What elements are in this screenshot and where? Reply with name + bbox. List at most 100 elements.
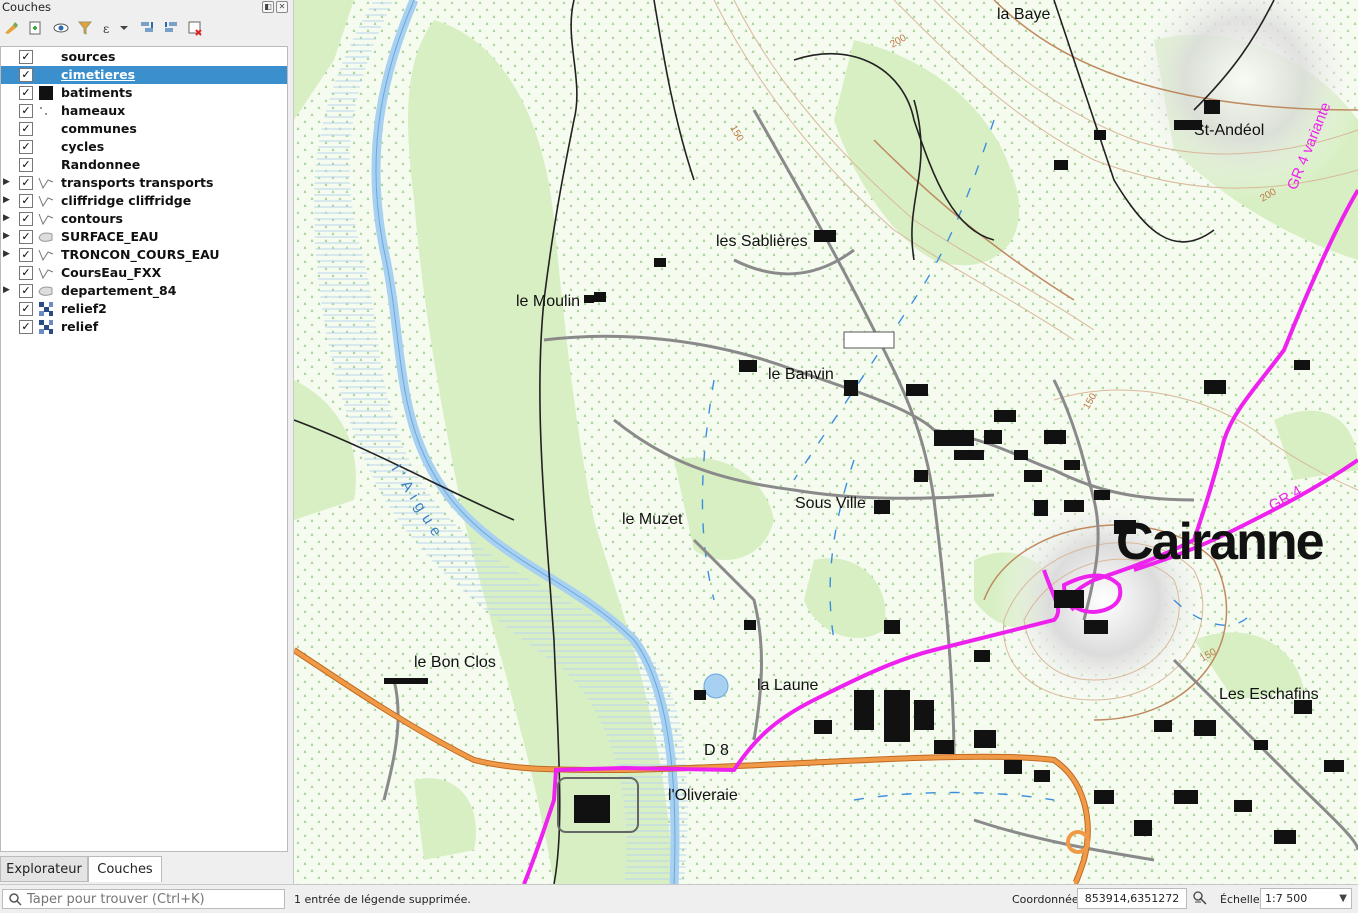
- expand-arrow-icon[interactable]: ▶: [3, 285, 11, 295]
- layer-visibility-checkbox[interactable]: ✓: [19, 266, 33, 280]
- layer-visibility-checkbox[interactable]: ✓: [19, 104, 33, 118]
- layer-name: SURFACE_EAU: [61, 229, 159, 244]
- place-sous-ville: Sous Ville: [795, 495, 866, 512]
- style-icon[interactable]: [2, 20, 20, 38]
- coordinate-field[interactable]: 853914,6351272: [1077, 888, 1187, 909]
- layer-visibility-checkbox[interactable]: ✓: [19, 158, 33, 172]
- layer-row[interactable]: ▶ ✓ cliffridge cliffridge: [1, 192, 287, 210]
- place-le-bon-clos: le Bon Clos: [414, 654, 496, 671]
- layer-visibility-checkbox[interactable]: ✓: [19, 176, 33, 190]
- layer-visibility-checkbox[interactable]: ✓: [19, 230, 33, 244]
- layer-visibility-checkbox[interactable]: ✓: [19, 212, 33, 226]
- line-symbol-icon: [38, 212, 54, 226]
- polygon-symbol-icon: [38, 230, 54, 244]
- close-panel-icon[interactable]: ✕: [276, 1, 288, 13]
- layer-name: batiments: [61, 85, 133, 100]
- layer-row[interactable]: ✓ Randonnee: [1, 156, 287, 174]
- search-icon: [9, 893, 22, 906]
- search-input[interactable]: [27, 891, 277, 907]
- layer-visibility-checkbox[interactable]: ✓: [19, 86, 33, 100]
- layer-row[interactable]: ▶ ✓ TRONCON_COURS_EAU: [1, 246, 287, 264]
- place-oliveraie: l'Oliveraie: [668, 787, 738, 804]
- scale-combobox[interactable]: 1:7 500 ▼: [1260, 888, 1352, 909]
- layer-row[interactable]: ✓ CoursEau_FXX: [1, 264, 287, 282]
- layer-row[interactable]: ✓ cimetieres: [1, 66, 287, 84]
- place-cairanne: Cairanne: [1116, 513, 1325, 571]
- collapse-all-icon[interactable]: [162, 20, 180, 38]
- layer-visibility-checkbox[interactable]: ✓: [19, 50, 33, 64]
- layer-visibility-checkbox[interactable]: ✓: [19, 302, 33, 316]
- layer-name: contours: [61, 211, 123, 226]
- layer-name: TRONCON_COURS_EAU: [61, 247, 220, 262]
- expand-arrow-icon[interactable]: ▶: [3, 213, 11, 223]
- tab-explorateur[interactable]: Explorateur: [0, 856, 88, 882]
- line-symbol-icon: [38, 176, 54, 190]
- line-symbol-icon: [38, 194, 54, 208]
- float-panel-icon[interactable]: ◧: [262, 1, 274, 13]
- layer-row[interactable]: ▶ ✓ contours: [1, 210, 287, 228]
- expand-arrow-icon[interactable]: ▶: [3, 177, 11, 187]
- layer-name: CoursEau_FXX: [61, 265, 162, 280]
- line-symbol-icon: [38, 266, 54, 280]
- road-label-d8: D 8: [704, 742, 729, 759]
- polygon-symbol-icon: [38, 284, 54, 298]
- no-symbol-icon: [38, 140, 54, 154]
- layer-visibility-checkbox[interactable]: ✓: [19, 284, 33, 298]
- layer-visibility-checkbox[interactable]: ✓: [19, 194, 33, 208]
- layer-row[interactable]: ✓ batiments: [1, 84, 287, 102]
- raster-symbol-icon: [38, 302, 54, 316]
- layer-tree: ✓ sources ✓ cimetieres ✓ batiments ✓ hameaux ✓ co…: [0, 46, 288, 852]
- layer-name: hameaux: [61, 103, 126, 118]
- layer-visibility-checkbox[interactable]: ✓: [19, 140, 33, 154]
- scale-label: Échelle: [1220, 893, 1260, 906]
- chevron-down-icon[interactable]: ▼: [1339, 889, 1347, 908]
- expand-arrow-icon[interactable]: ▶: [3, 231, 11, 241]
- visibility-icon[interactable]: [52, 20, 70, 38]
- expression-filter-icon[interactable]: ε: [102, 20, 130, 38]
- filter-icon[interactable]: [76, 20, 94, 38]
- no-symbol-icon: [38, 50, 54, 64]
- place-le-banvin: le Banvin: [768, 366, 834, 383]
- layer-name: cliffridge cliffridge: [61, 193, 192, 208]
- place-le-muzet: le Muzet: [622, 511, 683, 528]
- remove-layer-icon[interactable]: [186, 20, 204, 38]
- layer-row[interactable]: ▶ ✓ SURFACE_EAU: [1, 228, 287, 246]
- layer-visibility-checkbox[interactable]: ✓: [19, 122, 33, 136]
- no-symbol-icon: [38, 122, 54, 136]
- layer-visibility-checkbox[interactable]: ✓: [19, 68, 33, 82]
- layers-panel: Couches ◧ ✕ ε ✓ sources ✓ cimetieres ✓ b…: [0, 0, 294, 884]
- tab-couches[interactable]: Couches: [88, 856, 162, 882]
- polygon-symbol-icon: [38, 86, 54, 100]
- layer-row[interactable]: ✓ hameaux: [1, 102, 287, 120]
- status-bar: 1 entrée de légende supprimée. Coordonné…: [0, 884, 1358, 913]
- place-les-sablieres: les Sablières: [716, 233, 808, 250]
- layer-row[interactable]: ✓ sources: [1, 48, 287, 66]
- locator-search[interactable]: [2, 889, 285, 909]
- expand-arrow-icon[interactable]: ▶: [3, 195, 11, 205]
- toggle-extents-icon[interactable]: [1192, 890, 1208, 906]
- layer-name: sources: [61, 49, 116, 64]
- layer-row[interactable]: ✓ cycles: [1, 138, 287, 156]
- layer-row[interactable]: ▶ ✓ departement_84: [1, 282, 287, 300]
- raster-symbol-icon: [38, 320, 54, 334]
- layer-visibility-checkbox[interactable]: ✓: [19, 320, 33, 334]
- place-st-andeol: St-Andéol: [1194, 122, 1265, 139]
- expand-all-icon[interactable]: [138, 20, 156, 38]
- layer-name: relief: [61, 319, 99, 334]
- layer-row[interactable]: ✓ relief2: [1, 300, 287, 318]
- layer-row[interactable]: ▶ ✓ transports transports: [1, 174, 287, 192]
- layer-name: relief2: [61, 301, 107, 316]
- layer-row[interactable]: ✓ relief: [1, 318, 287, 336]
- scale-value: 1:7 500: [1265, 892, 1308, 905]
- no-symbol-icon: [38, 158, 54, 172]
- coordinate-label: Coordonnée: [1012, 893, 1079, 906]
- add-group-icon[interactable]: [26, 20, 44, 38]
- layer-row[interactable]: ✓ communes: [1, 120, 287, 138]
- panel-title: Couches: [2, 0, 52, 14]
- layer-name: transports transports: [61, 175, 214, 190]
- layer-visibility-checkbox[interactable]: ✓: [19, 248, 33, 262]
- layer-name: cycles: [61, 139, 105, 154]
- map-canvas[interactable]: la Baye St-Andéol les Sablières le Mouli…: [294, 0, 1358, 884]
- place-le-moulin: le Moulin: [516, 293, 581, 310]
- expand-arrow-icon[interactable]: ▶: [3, 249, 11, 259]
